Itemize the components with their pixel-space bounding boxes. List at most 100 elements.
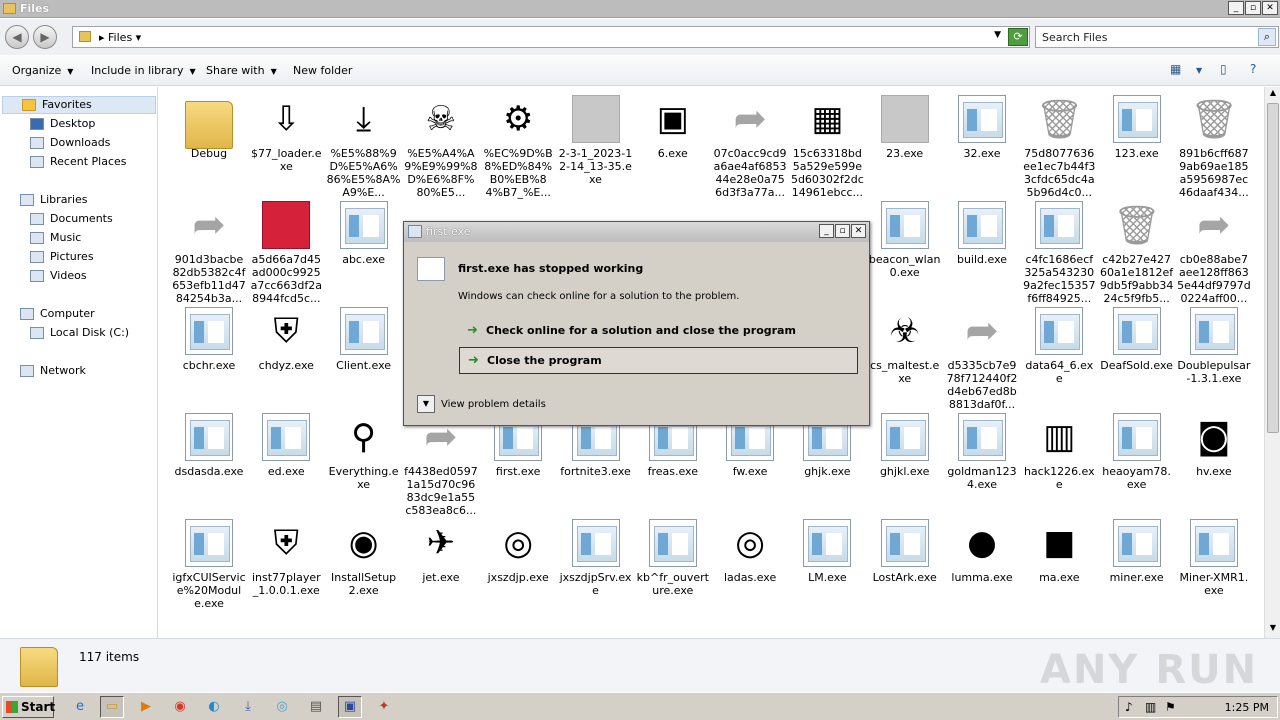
file-item[interactable]: jxszdjpSrv.exe xyxy=(559,519,633,597)
vertical-scrollbar[interactable]: ▲ ▼ xyxy=(1264,87,1280,638)
close-program-option[interactable]: ➜ Close the program xyxy=(459,347,858,374)
file-item[interactable]: 123.exe xyxy=(1100,95,1174,160)
preview-pane-icon[interactable]: ▯ xyxy=(1220,62,1227,76)
organize-menu[interactable]: Organize ▼ xyxy=(12,64,73,77)
file-item[interactable]: ▣ 6.exe xyxy=(636,95,710,160)
file-item[interactable]: ➦ 901d3bacbe82db5382c4f653efb11d4784254b3… xyxy=(172,201,246,305)
close-button[interactable]: ✕ xyxy=(851,224,866,238)
search-input[interactable]: Search Files ⌕ xyxy=(1035,26,1279,48)
file-item[interactable]: ⤓ %E5%88%9D%E5%A6%86%E5%8A%A9%E... xyxy=(327,95,401,199)
file-item[interactable]: Debug xyxy=(172,95,246,160)
back-button[interactable]: ◀ xyxy=(5,25,29,49)
file-item[interactable]: Miner-XMR1.exe xyxy=(1177,519,1251,597)
file-item[interactable]: ☠ %E5%A4%A9%E9%99%8D%E6%8F%80%E5... xyxy=(404,95,478,199)
file-item[interactable]: ■ ma.exe xyxy=(1022,519,1096,584)
file-item[interactable]: ☣ cs_maltest.exe xyxy=(868,307,942,385)
start-button[interactable]: Start xyxy=(2,696,55,718)
file-item[interactable]: goldman1234.exe xyxy=(945,413,1019,491)
scroll-down-arrow[interactable]: ▼ xyxy=(1267,623,1279,637)
file-item[interactable]: 23.exe xyxy=(868,95,942,160)
flag-icon[interactable]: ⚑ xyxy=(1165,700,1176,714)
scroll-up-arrow[interactable]: ▲ xyxy=(1267,88,1279,102)
file-item[interactable]: 🗑 c42b27e42760a1e1812ef9db5f9abb3424c5f9f… xyxy=(1100,201,1174,305)
disc-icon[interactable]: ◎ xyxy=(270,696,294,718)
forward-button[interactable]: ▶ xyxy=(33,25,57,49)
file-item[interactable]: abc.exe xyxy=(327,201,401,266)
chevron-down-icon[interactable]: ▼ xyxy=(417,395,435,413)
help-icon[interactable]: ? xyxy=(1250,62,1256,76)
file-item[interactable]: igfxCUIService%20Module.exe xyxy=(172,519,246,610)
media-player-icon[interactable]: ▶ xyxy=(134,696,158,718)
chevron-down-icon[interactable]: ▼ xyxy=(1196,66,1202,75)
file-item[interactable]: ⇩ $77_loader.exe xyxy=(249,95,323,173)
nav-pictures[interactable]: Pictures xyxy=(30,248,94,266)
chevron-down-icon[interactable]: ▼ xyxy=(994,30,1001,40)
file-item[interactable]: miner.exe xyxy=(1100,519,1174,584)
file-item[interactable]: data64_6.exe xyxy=(1022,307,1096,385)
nav-downloads[interactable]: Downloads xyxy=(30,134,110,152)
file-item[interactable]: ◙ hv.exe xyxy=(1177,413,1251,478)
nav-local-disk[interactable]: Local Disk (C:) xyxy=(30,324,129,342)
nav-desktop[interactable]: Desktop xyxy=(30,115,95,133)
file-item[interactable]: ▦ 15c63318bd5a529e599e5d60302f2dc14961ebc… xyxy=(790,95,864,199)
file-item[interactable]: ● lumma.exe xyxy=(945,519,1019,584)
file-item[interactable]: Client.exe xyxy=(327,307,401,372)
minimize-button[interactable]: _ xyxy=(1228,1,1244,15)
tool-icon[interactable]: ✦ xyxy=(372,696,396,718)
nav-favorites[interactable]: Favorites xyxy=(22,96,92,114)
explorer-icon[interactable]: ▭ xyxy=(100,696,124,718)
scroll-thumb[interactable] xyxy=(1267,103,1279,433)
file-item[interactable]: ⚲ Everything.exe xyxy=(327,413,401,491)
volume-icon[interactable]: ♪ xyxy=(1125,700,1133,714)
file-item[interactable]: DeafSold.exe xyxy=(1100,307,1174,372)
file-item[interactable]: ⚙ %EC%9D%B8%ED%84%B0%EB%84%B7_%E... xyxy=(481,95,555,199)
network-tray-icon[interactable]: ▥ xyxy=(1145,700,1156,714)
minimize-button[interactable]: _ xyxy=(819,224,834,238)
nav-documents[interactable]: Documents xyxy=(30,210,113,228)
search-icon[interactable]: ⌕ xyxy=(1258,28,1276,46)
file-item[interactable]: Doublepulsar-1.3.1.exe xyxy=(1177,307,1251,385)
file-item[interactable]: heaoyam78.exe xyxy=(1100,413,1174,491)
file-item[interactable]: a5d66a7d45ad000c9925a7cc663df2a8944fcd5c… xyxy=(249,201,323,305)
maximize-button[interactable]: ▫ xyxy=(835,224,850,238)
share-with-menu[interactable]: Share with ▼ xyxy=(206,64,277,77)
file-item[interactable]: LostArk.exe xyxy=(868,519,942,584)
edge-icon[interactable]: ◐ xyxy=(202,696,226,718)
ie-icon[interactable]: e xyxy=(68,696,92,718)
file-item[interactable]: ed.exe xyxy=(249,413,323,478)
check-online-option[interactable]: ➜ Check online for a solution and close t… xyxy=(459,318,858,345)
file-item[interactable]: ➦ d5335cb7e978f712440f2d4eb67ed8b8813daf0… xyxy=(945,307,1019,411)
include-in-library-menu[interactable]: Include in library ▼ xyxy=(91,64,196,77)
file-item[interactable]: 🗑 891b6cff6879ab69ae185a5956987ec46daaf43… xyxy=(1177,95,1251,199)
file-item[interactable]: ⛨ inst77player_1.0.0.1.exe xyxy=(249,519,323,597)
file-item[interactable]: ◉ InstallSetup2.exe xyxy=(327,519,401,597)
nav-videos[interactable]: Videos xyxy=(30,267,87,285)
nav-libraries[interactable]: Libraries xyxy=(20,191,88,209)
view-options-icon[interactable]: ▦ xyxy=(1170,62,1181,76)
file-item[interactable]: 🗑 75d8077636ee1ec7b44f33cfdc65dc4a5b96d4c… xyxy=(1022,95,1096,199)
file-item[interactable]: 2-3-1_2023-12-14_13-35.exe xyxy=(559,95,633,186)
new-folder-button[interactable]: New folder xyxy=(293,64,352,77)
file-item[interactable]: ✈ jet.exe xyxy=(404,519,478,584)
file-item[interactable]: kb^fr_ouverture.exe xyxy=(636,519,710,597)
address-field[interactable]: ▸ Files ▾ ▼ xyxy=(72,26,1030,48)
file-item[interactable]: 32.exe xyxy=(945,95,1019,160)
download-icon[interactable]: ⤓ xyxy=(236,696,260,718)
file-item[interactable]: cbchr.exe xyxy=(172,307,246,372)
file-item[interactable]: ▥ hack1226.exe xyxy=(1022,413,1096,491)
file-item[interactable]: ghjkl.exe xyxy=(868,413,942,478)
nav-music[interactable]: Music xyxy=(30,229,81,247)
file-item[interactable]: ⛨ chdyz.exe xyxy=(249,307,323,372)
file-item[interactable]: ➦ cb0e88abe7aee128ff8635e44df9797d0224aff… xyxy=(1177,201,1251,305)
nav-network[interactable]: Network xyxy=(20,362,86,380)
nav-computer[interactable]: Computer xyxy=(20,305,95,323)
close-button[interactable]: ✕ xyxy=(1262,1,1278,15)
file-item[interactable]: dsdasda.exe xyxy=(172,413,246,478)
view-problem-details[interactable]: ▼ View problem details xyxy=(417,395,546,413)
file-item[interactable]: build.exe xyxy=(945,201,1019,266)
file-item[interactable]: ➦ 07c0acc9cd9a6ae4af685344e28e0a756d3f3a7… xyxy=(713,95,787,199)
nav-recent-places[interactable]: Recent Places xyxy=(30,153,127,171)
maximize-button[interactable]: ▫ xyxy=(1245,1,1261,15)
breadcrumb[interactable]: ▸ Files ▾ xyxy=(99,31,141,44)
calculator-icon[interactable]: ▤ xyxy=(304,696,328,718)
